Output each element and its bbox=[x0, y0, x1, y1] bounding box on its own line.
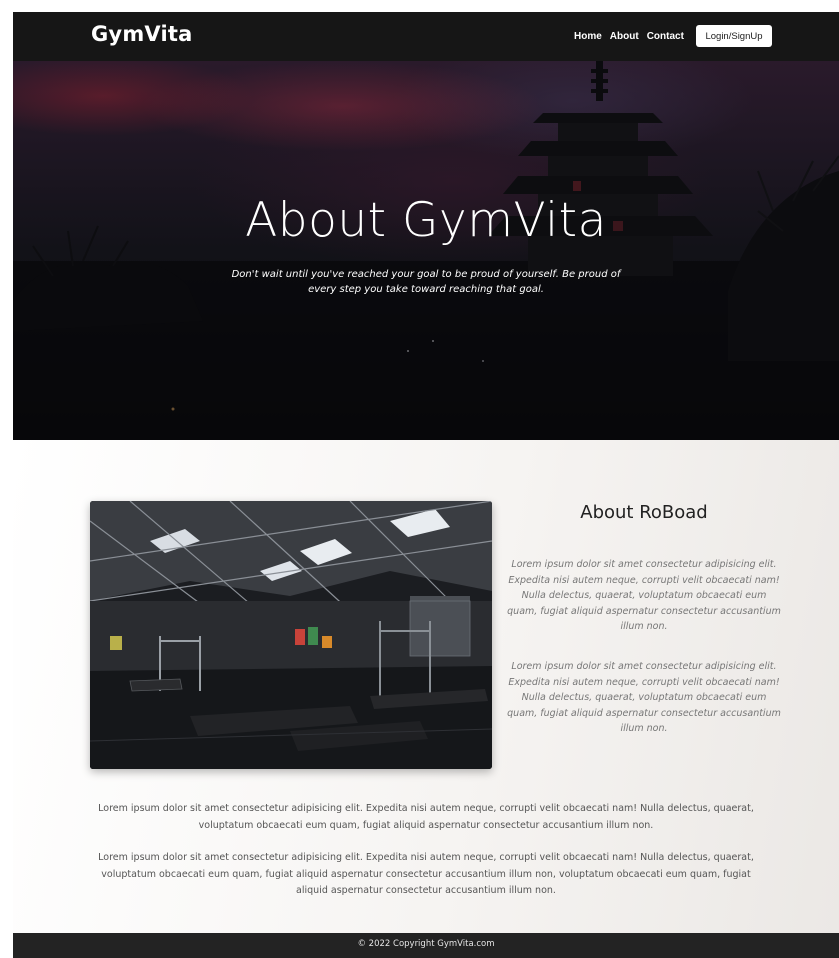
hero-title: About GymVita bbox=[245, 193, 607, 248]
brand-logo[interactable]: GymVita bbox=[91, 22, 193, 46]
hero-subtitle: Don't wait until you've reached your goa… bbox=[231, 269, 621, 295]
pagoda-silhouette-image bbox=[13, 61, 839, 440]
about-paragraph: Lorem ipsum dolor sit amet consectetur a… bbox=[507, 559, 781, 632]
login-signup-button[interactable]: Login/SignUp bbox=[696, 25, 772, 47]
gym-interior-image bbox=[90, 501, 492, 769]
gym-interior-illustration bbox=[90, 501, 492, 769]
nav-link-about[interactable]: About bbox=[610, 31, 639, 42]
body-paragraph: Lorem ipsum dolor sit amet consectetur a… bbox=[98, 803, 754, 831]
hero-banner: About GymVita Don't wait until you've re… bbox=[13, 61, 839, 440]
navbar: GymVita Home About Contact Login/SignUp bbox=[13, 12, 839, 61]
nav-links: Home About Contact bbox=[574, 31, 684, 42]
about-paragraph: Lorem ipsum dolor sit amet consectetur a… bbox=[507, 661, 781, 734]
nav-link-contact[interactable]: Contact bbox=[647, 31, 684, 42]
footer: © 2022 Copyright GymVita.com bbox=[13, 933, 839, 958]
about-heading: About RoBoad bbox=[580, 502, 708, 523]
body-paragraph: Lorem ipsum dolor sit amet consectetur a… bbox=[98, 852, 754, 896]
nav-link-home[interactable]: Home bbox=[574, 31, 602, 42]
footer-copyright: © 2022 Copyright GymVita.com bbox=[357, 939, 495, 949]
about-section: About RoBoad Lorem ipsum dolor sit amet … bbox=[13, 440, 839, 933]
page: GymVita Home About Contact Login/SignUp bbox=[0, 0, 839, 958]
